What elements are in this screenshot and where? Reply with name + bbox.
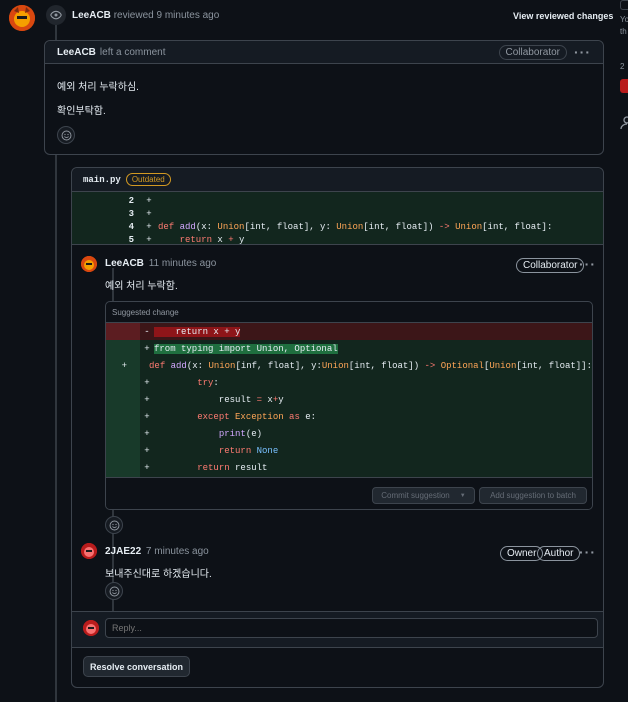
file-thread-card: main.py Outdated 2 + 3 + 4 + def add(x: … — [71, 167, 604, 688]
line-number: 4 — [128, 221, 134, 232]
diff-sign: + — [146, 234, 152, 245]
sidebar-box — [620, 0, 628, 10]
added-lines: + from typing import Union, Optional + d… — [106, 340, 592, 477]
diff-code: return x + y — [179, 234, 245, 245]
added-code: except Exception as e: — [197, 411, 317, 422]
removed-code: return x + y — [154, 326, 241, 337]
resolve-conversation-button[interactable]: Resolve conversation — [83, 656, 190, 677]
avatar[interactable] — [9, 5, 35, 31]
commit-suggestion-label: Commit suggestion — [381, 491, 450, 500]
comment-body: 예외 처리 누락함. — [105, 281, 178, 292]
avatar — [83, 620, 99, 636]
added-code: try: — [197, 377, 219, 388]
file-name[interactable]: main.py — [83, 175, 121, 185]
suggestion-footer: Commit suggestion ▼ Add suggestion to ba… — [106, 477, 592, 509]
diff-sign: + — [146, 208, 152, 219]
reviewed-eye-icon — [46, 5, 66, 25]
diff-line: 5 + return x + y — [72, 231, 603, 248]
file-header: main.py Outdated — [72, 168, 603, 192]
added-line: + return None — [144, 445, 279, 456]
line-number: 2 — [128, 195, 134, 206]
diff-sign: + — [146, 195, 152, 206]
commit-suggestion-button[interactable]: Commit suggestion ▼ — [372, 487, 475, 504]
sidebar-text: th — [620, 27, 627, 36]
avatar-face-icon — [81, 543, 97, 559]
resolve-area: Resolve conversation — [72, 647, 603, 689]
view-reviewed-changes-link[interactable]: View reviewed changes — [513, 11, 613, 21]
added-code: def add(x: Union[inf, float], y:Union[in… — [149, 360, 592, 371]
reply-input[interactable] — [105, 618, 598, 638]
line-number: 3 — [128, 208, 134, 219]
more-options-icon[interactable]: ··· — [574, 44, 591, 60]
collaborator-badge: Collaborator — [516, 258, 585, 273]
smiley-icon — [61, 130, 71, 140]
added-line: + result = x+y — [144, 394, 284, 405]
added-line: + print(e) — [144, 428, 263, 439]
added-code: print(e) — [218, 428, 263, 439]
added-code: return result — [197, 462, 268, 473]
reply-area — [72, 611, 603, 647]
add-to-batch-button[interactable]: Add suggestion to batch — [479, 487, 587, 504]
removed-line: - return x + y — [106, 323, 592, 340]
comment-header: LeeACB 11 minutes ago — [105, 258, 216, 269]
added-line: + def add(x: Union[inf, float], y:Union[… — [121, 360, 592, 371]
sidebar-person-icon — [620, 116, 628, 130]
added-code: from typing import Union, Optional — [154, 343, 338, 354]
comment-header: 2JAE22 7 minutes ago — [105, 546, 209, 557]
comment-time[interactable]: 11 minutes ago — [149, 258, 217, 269]
add-reaction-button[interactable] — [105, 516, 123, 534]
sidebar-number: 2 — [620, 62, 625, 71]
suggested-change-box: Suggested change - return x + y + from t… — [105, 301, 593, 510]
comment-body: 보내주신대로 하겠습니다. — [105, 569, 212, 580]
added-line: + except Exception as e: — [144, 411, 317, 422]
more-options-icon[interactable]: ··· — [579, 256, 596, 272]
comment-time[interactable]: 7 minutes ago — [146, 546, 209, 557]
diff-code: def add(x: Union[int, float], y: Union[i… — [158, 221, 553, 232]
review-comment-header: LeeACB left a comment Collaborator ··· — [45, 41, 603, 64]
added-code: return None — [218, 445, 279, 456]
avatar[interactable] — [81, 543, 97, 559]
line-number: 5 — [128, 234, 134, 245]
add-reaction-button[interactable] — [105, 582, 123, 600]
review-action: reviewed 9 minutes ago — [113, 10, 220, 21]
review-event-header: LeeACB reviewed 9 minutes ago — [72, 10, 219, 21]
avatar-face-icon — [81, 256, 97, 272]
added-code: result = x+y — [154, 394, 284, 405]
author-badge: Author — [537, 546, 581, 561]
avatar-face-icon — [83, 620, 99, 636]
comment-author[interactable]: LeeACB — [105, 258, 144, 269]
sidebar-text: Yo — [620, 15, 628, 24]
comment-author[interactable]: 2JAE22 — [105, 546, 141, 557]
reviewer-name[interactable]: LeeACB — [72, 10, 111, 21]
comment-body-line: 예외 처리 누락하심. — [57, 82, 139, 93]
diff-block: 2 + 3 + 4 + def add(x: Union[int, float]… — [72, 192, 603, 245]
outdated-badge: Outdated — [125, 173, 171, 186]
add-reaction-button[interactable] — [57, 126, 75, 144]
diff-sign: + — [146, 221, 152, 232]
review-comment-card: LeeACB left a comment Collaborator ··· 예… — [44, 40, 604, 155]
smiley-icon — [109, 586, 119, 596]
avatar-face-icon — [9, 5, 35, 31]
added-line: + from typing import Union, Optional — [144, 343, 338, 354]
comment-action: left a comment — [99, 46, 166, 58]
added-line: + return result — [144, 462, 268, 473]
added-line: + try: — [144, 377, 219, 388]
avatar[interactable] — [81, 256, 97, 272]
comment-body-line: 확인부탁함. — [57, 106, 106, 117]
sidebar-avatar — [620, 79, 628, 93]
caret-down-icon: ▼ — [459, 492, 466, 499]
suggested-change-label: Suggested change — [106, 302, 592, 323]
smiley-icon — [109, 520, 119, 530]
comment-author[interactable]: LeeACB — [57, 47, 96, 58]
more-options-icon[interactable]: ··· — [579, 544, 596, 560]
thread-timeline-line — [55, 155, 57, 702]
collaborator-badge: Collaborator — [498, 44, 567, 60]
